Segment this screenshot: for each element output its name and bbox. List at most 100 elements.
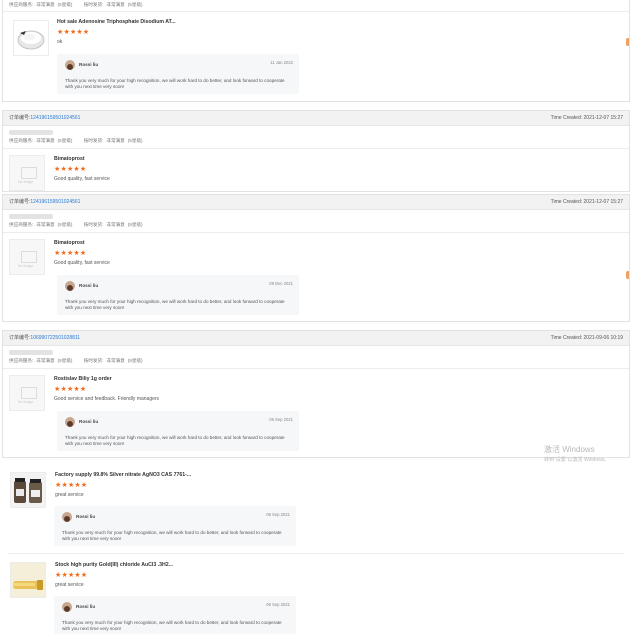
shipping-label: 按时发货: [83, 138, 104, 143]
divider [8, 553, 624, 554]
reply-author: Rossi liu [79, 419, 99, 424]
shipping-value: 非常满意 [106, 138, 125, 143]
order-card: 订单编号:106990722501028811 Time Created: 20… [2, 330, 630, 458]
star-rating: ★★★★★ [54, 166, 87, 173]
edge-marker [626, 38, 629, 46]
avatar [62, 602, 72, 612]
shipping-label: 按时发货: [83, 358, 104, 363]
image-placeholder-icon [21, 387, 37, 399]
product-thumbnail[interactable]: No Image [9, 375, 45, 411]
order-number-link[interactable]: 124196159501024561 [30, 199, 80, 205]
supplier-service-value: 非常满意 [36, 138, 55, 143]
shipping-label: 按时发货: [83, 222, 104, 227]
supplier-service-score: (5星级) [57, 2, 73, 7]
product-title[interactable]: Rostislav Biliy 1g order [54, 376, 112, 382]
shipping-score: (5星级) [127, 358, 143, 363]
reply-date: 11 Jan 2022 [270, 60, 293, 65]
rating-row: 供应商服务: 非常满意 (5星级) 按时发货: 非常满意 (5星级) [9, 2, 146, 8]
reply-text: Thank you very much for your high recogn… [65, 299, 285, 311]
product-title[interactable]: Hot sale Adenosine Triphosphate Disodium… [57, 19, 176, 25]
seller-reply: Rossi liu 06 Sep 2021 Thank you very muc… [54, 506, 296, 546]
reply-text: Thank you very much for your high recogn… [62, 620, 282, 632]
reply-text: Thank you very much for your high recogn… [65, 78, 285, 90]
review-comment: Good service and feedback. Friendly mana… [54, 396, 160, 402]
shipping-value: 非常满意 [106, 2, 125, 7]
windows-activation-watermark: 激活 Windows [544, 445, 595, 454]
product-thumbnail[interactable] [10, 562, 46, 598]
avatar [65, 417, 75, 427]
review-item: Factory supply 99.8% Silver nitrate AgNO… [4, 464, 628, 554]
shipping-value: 非常满意 [106, 222, 125, 227]
reply-date: 06 Sep 2021 [269, 417, 293, 422]
order-card: 订单编号:124196159501024561 Time Created: 20… [2, 194, 630, 322]
supplier-service-value: 非常满意 [36, 2, 55, 7]
review-comment: great service [55, 492, 84, 498]
star-rating: ★★★★★ [57, 29, 90, 36]
white-powder-dish-image [17, 30, 45, 50]
seller-reply: Rossi liu 09 Dec 2021 Thank you very muc… [57, 275, 299, 315]
review-comment: great service [55, 582, 84, 588]
shipping-score: (5星级) [127, 138, 143, 143]
product-title[interactable]: Stock high purity Gold(III) chloride AuC… [55, 562, 173, 568]
order-number-link[interactable]: 124196159501024561 [30, 115, 80, 121]
rating-row: 供应商服务: 非常满意 (5星级) 按时发货: 非常满意 (5星级) [9, 138, 146, 144]
reagent-bottles-image [11, 473, 45, 507]
shipping-label: 按时发货: [83, 2, 104, 7]
image-placeholder-icon [21, 167, 37, 179]
product-thumbnail[interactable]: No Image [9, 155, 45, 191]
order-number-label: 订单编号: [9, 335, 31, 341]
supplier-service-label: 供应商服务: [9, 2, 34, 7]
product-title[interactable]: Factory supply 99.8% Silver nitrate AgNO… [55, 472, 191, 478]
supplier-service-label: 供应商服务: [9, 358, 34, 363]
supplier-service-score: (5星级) [57, 138, 73, 143]
order-header: 订单编号:106990722501028811 Time Created: 20… [3, 331, 629, 346]
review-item: Stock high purity Gold(III) chloride AuC… [4, 556, 628, 634]
star-rating: ★★★★★ [54, 250, 87, 257]
star-rating: ★★★★★ [54, 386, 87, 393]
product-thumbnail[interactable]: No Image [9, 239, 45, 275]
supplier-service-value: 非常满意 [36, 222, 55, 227]
shipping-score: (5星级) [127, 2, 143, 7]
gold-chloride-vial-image [11, 563, 45, 597]
review-comment: Good quality, fast service [54, 176, 110, 182]
star-rating: ★★★★★ [55, 482, 88, 489]
product-title[interactable]: Bimatoprost [54, 156, 85, 162]
image-placeholder-icon [21, 251, 37, 263]
product-thumbnail[interactable] [10, 472, 46, 508]
seller-reply: Rossi liu 06 Sep 2021 Thank you very muc… [57, 411, 299, 451]
no-image-text: No Image [18, 264, 34, 268]
review-card: 供应商服务: 非常满意 (5星级) 按时发货: 非常满意 (5星级) Hot sale … [2, 0, 630, 102]
reply-author: Rossi liu [76, 514, 96, 519]
edge-marker [626, 271, 629, 279]
rating-row: 供应商服务: 非常满意 (5星级) 按时发货: 非常满意 (5星级) [9, 358, 146, 364]
product-title[interactable]: Bimatoprost [54, 240, 85, 246]
shipping-score: (5星级) [127, 222, 143, 227]
time-created: Time Created: 2021-12-07 15:27 [550, 199, 623, 205]
no-image-text: No Image [18, 400, 34, 404]
reply-text: Thank you very much for your high recogn… [62, 530, 282, 542]
no-image-text: No Image [18, 180, 34, 184]
time-created: Time Created: 2021-09-06 10:19 [550, 335, 623, 341]
review-comment: ok [57, 39, 63, 45]
divider [3, 148, 629, 149]
supplier-service-label: 供应商服务: [9, 222, 34, 227]
seller-reply: Rossi liu 11 Jan 2022 Thank you very muc… [57, 54, 299, 94]
order-number-link[interactable]: 106990722501028811 [30, 335, 80, 341]
divider [3, 232, 629, 233]
reply-date: 09 Dec 2021 [269, 281, 293, 286]
reply-date: 06 Sep 2021 [266, 512, 290, 517]
supplier-service-label: 供应商服务: [9, 138, 34, 143]
product-thumbnail[interactable] [13, 20, 49, 56]
order-header: 订单编号:124196159501024561 Time Created: 20… [3, 195, 629, 210]
order-number-label: 订单编号: [9, 199, 31, 205]
avatar [65, 281, 75, 291]
avatar [65, 60, 75, 70]
blurred-buyer-name [9, 130, 53, 135]
review-comment: Good quality, fast service [54, 260, 110, 266]
order-card: 订单编号:124196159501024561 Time Created: 20… [2, 110, 630, 192]
reply-author: Rossi liu [76, 604, 96, 609]
order-number-label: 订单编号: [9, 115, 31, 121]
rating-row: 供应商服务: 非常满意 (5星级) 按时发货: 非常满意 (5星级) [9, 222, 146, 228]
reply-author: Rossi liu [79, 62, 99, 67]
reply-date: 06 Sep 2021 [266, 602, 290, 607]
